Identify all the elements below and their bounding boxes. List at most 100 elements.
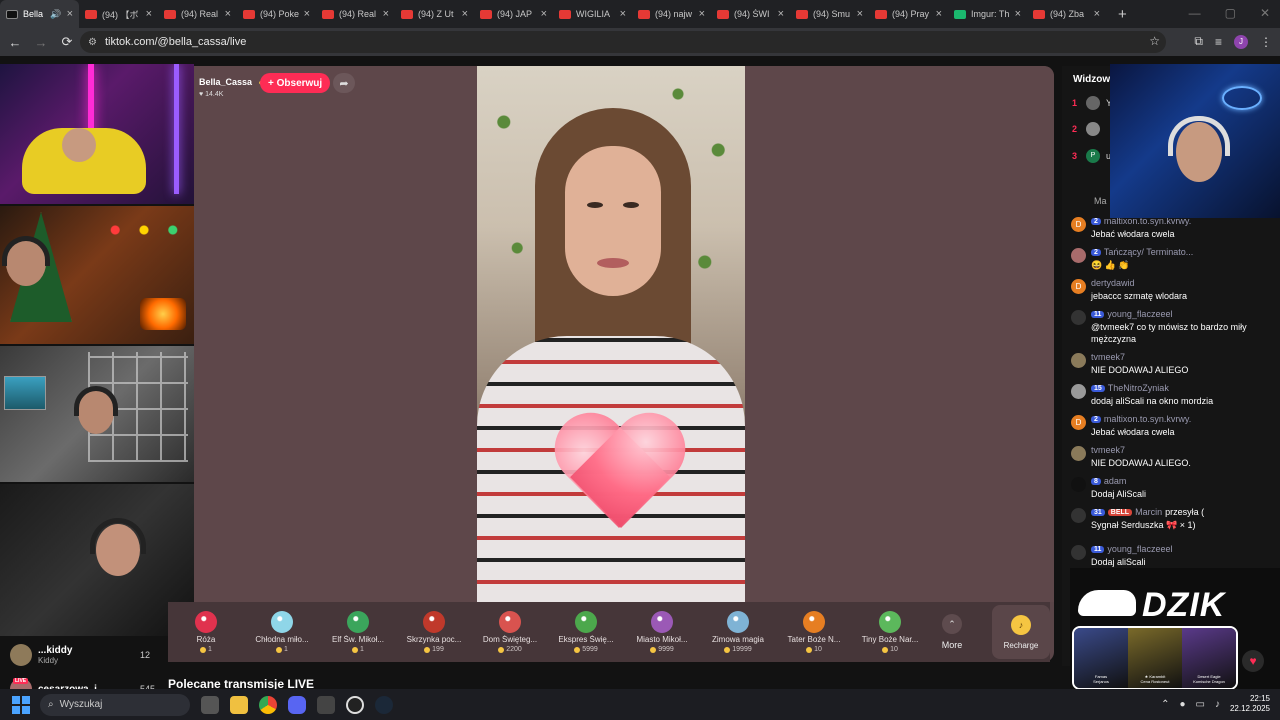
gift-item[interactable]: Miasto Mikoł... 9999 xyxy=(624,611,700,653)
xbox-icon[interactable] xyxy=(317,695,335,714)
maximize-icon[interactable]: ▢ xyxy=(1225,6,1236,20)
minimize-icon[interactable]: — xyxy=(1189,6,1201,20)
likes-count: ♥ 14.4K xyxy=(199,91,224,98)
close-tab-icon[interactable]: × xyxy=(383,8,389,20)
youtube-icon xyxy=(796,9,808,19)
browser-tab[interactable]: Imgur: Th × xyxy=(948,0,1027,28)
chat-suffix: przesyła ( xyxy=(1165,507,1205,517)
new-tab-icon[interactable]: + xyxy=(1118,6,1127,23)
live-video[interactable] xyxy=(477,66,745,602)
profile-avatar[interactable]: J xyxy=(1234,34,1248,49)
chat-username[interactable]: TheNitroZyniak xyxy=(1108,383,1169,393)
close-tab-icon[interactable]: × xyxy=(857,8,863,20)
close-tab-icon[interactable]: × xyxy=(67,8,73,20)
gift-item[interactable]: Róża 1 xyxy=(168,611,244,653)
close-tab-icon[interactable]: × xyxy=(699,8,705,20)
file-explorer-icon[interactable] xyxy=(230,695,248,714)
close-tab-icon[interactable]: × xyxy=(936,8,942,20)
reload-icon[interactable]: ⟳ xyxy=(56,34,78,50)
chat-username[interactable]: dertydawid xyxy=(1091,278,1135,288)
close-tab-icon[interactable]: × xyxy=(225,8,231,20)
fish-sign xyxy=(1222,86,1262,110)
close-tab-icon[interactable]: × xyxy=(146,8,152,20)
microphone-icon[interactable]: ● xyxy=(1179,699,1185,710)
browser-tab[interactable]: (94) Pray × xyxy=(869,0,948,28)
close-tab-icon[interactable]: × xyxy=(541,8,547,20)
browser-tab[interactable]: WIGILIA × xyxy=(553,0,632,28)
recharge-button[interactable]: ♪ Recharge xyxy=(992,605,1050,659)
windows-start-icon[interactable] xyxy=(12,695,30,714)
clock[interactable]: 22:15 22.12.2025 xyxy=(1230,694,1270,714)
close-tab-icon[interactable]: × xyxy=(1015,8,1021,20)
obs-icon[interactable] xyxy=(346,695,364,714)
speaker-icon[interactable]: 🔊 xyxy=(50,9,61,20)
level-badge: 8 xyxy=(1091,477,1101,485)
follow-button[interactable]: + Obserwuj xyxy=(260,73,331,93)
tab-title: (94) najw xyxy=(655,9,693,19)
youtube-icon xyxy=(480,9,492,19)
gift-item[interactable]: Tiny Boże Nar... 10 xyxy=(852,611,928,653)
close-tab-icon[interactable]: × xyxy=(778,8,784,20)
browser-tab[interactable]: (94) Smu × xyxy=(790,0,869,28)
tray-chevron-icon[interactable]: ⌃ xyxy=(1161,699,1169,710)
gift-item[interactable]: Dom Święteg... 2200 xyxy=(472,611,548,653)
aquarium xyxy=(4,376,46,410)
gift-icon xyxy=(651,611,673,633)
close-tab-icon[interactable]: × xyxy=(1094,8,1100,20)
chat-username[interactable]: maltixon.to.syn.kvrwy. xyxy=(1104,414,1191,424)
forward-icon[interactable]: → xyxy=(30,35,52,50)
network-icon[interactable]: ▭ xyxy=(1196,699,1205,710)
extensions-icon[interactable]: ⧉ xyxy=(1194,34,1203,49)
media-icon[interactable]: ≡ xyxy=(1215,35,1222,49)
chat-message-text: Sygnał Serduszka 🎀 × 1) xyxy=(1091,520,1196,530)
chat-username[interactable]: Tańczący/ Terminato... xyxy=(1104,247,1193,257)
task-view-icon[interactable] xyxy=(201,695,219,714)
gift-item[interactable]: Ekspres Świę... 5999 xyxy=(548,611,624,653)
close-window-icon[interactable]: ✕ xyxy=(1260,6,1270,20)
url-text: tiktok.com/@bella_cassa/live xyxy=(104,36,247,48)
browser-tab[interactable]: (94) Real × xyxy=(316,0,395,28)
gift-item[interactable]: Elf Św. Mikoł... 1 xyxy=(320,611,396,653)
like-heart-button[interactable]: ♥ xyxy=(1242,650,1264,672)
browser-tab[interactable]: (94) 【ボ × xyxy=(79,0,158,28)
share-icon[interactable]: ➦ xyxy=(333,73,355,93)
chat-username[interactable]: Marcin xyxy=(1135,507,1162,517)
browser-tab[interactable]: (94) Zba × xyxy=(1027,0,1106,28)
browser-tab[interactable]: (94) Poke × xyxy=(237,0,316,28)
close-tab-icon[interactable]: × xyxy=(462,8,468,20)
close-tab-icon[interactable]: × xyxy=(620,8,626,20)
sidebar-live-entry[interactable]: ...kiddy Kiddy 12 xyxy=(0,640,168,670)
gift-item[interactable]: Chłodna miło... 1 xyxy=(244,611,320,653)
host-name[interactable]: Bella_Cassa xyxy=(199,77,252,87)
steam-icon[interactable] xyxy=(375,695,393,714)
chat-username[interactable]: young_flaczeeel xyxy=(1107,309,1172,319)
url-input[interactable]: ⚙ tiktok.com/@bella_cassa/live ☆ xyxy=(80,31,1166,53)
browser-tab[interactable]: (94) JAP × xyxy=(474,0,553,28)
browser-tab[interactable]: (94) ŚWI × xyxy=(711,0,790,28)
browser-tab[interactable]: Bella 🔊 × xyxy=(0,0,79,28)
chat-username[interactable]: adam xyxy=(1104,476,1127,486)
more-gifts-button[interactable]: ⌃ More xyxy=(930,614,974,650)
gift-item[interactable]: Zimowa magia 19999 xyxy=(700,611,776,653)
gift-item[interactable]: Skrzynka poc... 199 xyxy=(396,611,472,653)
browser-tab[interactable]: (94) najw × xyxy=(632,0,711,28)
speaker-icon[interactable]: ♪ xyxy=(1215,699,1220,710)
browser-tab[interactable]: (94) Z Ut × xyxy=(395,0,474,28)
ranking-row[interactable]: 1 Y xyxy=(1072,96,1112,110)
chat-username[interactable]: tvmeek7 xyxy=(1091,445,1125,455)
host-info[interactable]: Bella_Cassa ● ♥ 14.4K xyxy=(199,72,263,98)
back-icon[interactable]: ← xyxy=(4,35,26,50)
ranking-row[interactable]: 3 P u xyxy=(1072,149,1111,163)
chat-username[interactable]: young_flaczeeel xyxy=(1107,544,1172,554)
browser-tab[interactable]: (94) Real × xyxy=(158,0,237,28)
taskbar-search[interactable]: ⌕ Wyszukaj xyxy=(40,693,190,716)
discord-icon[interactable] xyxy=(288,695,306,714)
ranking-row[interactable]: 2 xyxy=(1072,122,1100,136)
site-info-icon[interactable]: ⚙ xyxy=(88,37,97,48)
chat-username[interactable]: tvmeek7 xyxy=(1091,352,1125,362)
close-tab-icon[interactable]: × xyxy=(304,8,310,20)
menu-icon[interactable]: ⋮ xyxy=(1260,35,1272,49)
chrome-icon[interactable] xyxy=(259,695,277,714)
gift-item[interactable]: Tater Boże N... 10 xyxy=(776,611,852,653)
bookmark-star-icon[interactable]: ☆ xyxy=(1149,34,1160,48)
